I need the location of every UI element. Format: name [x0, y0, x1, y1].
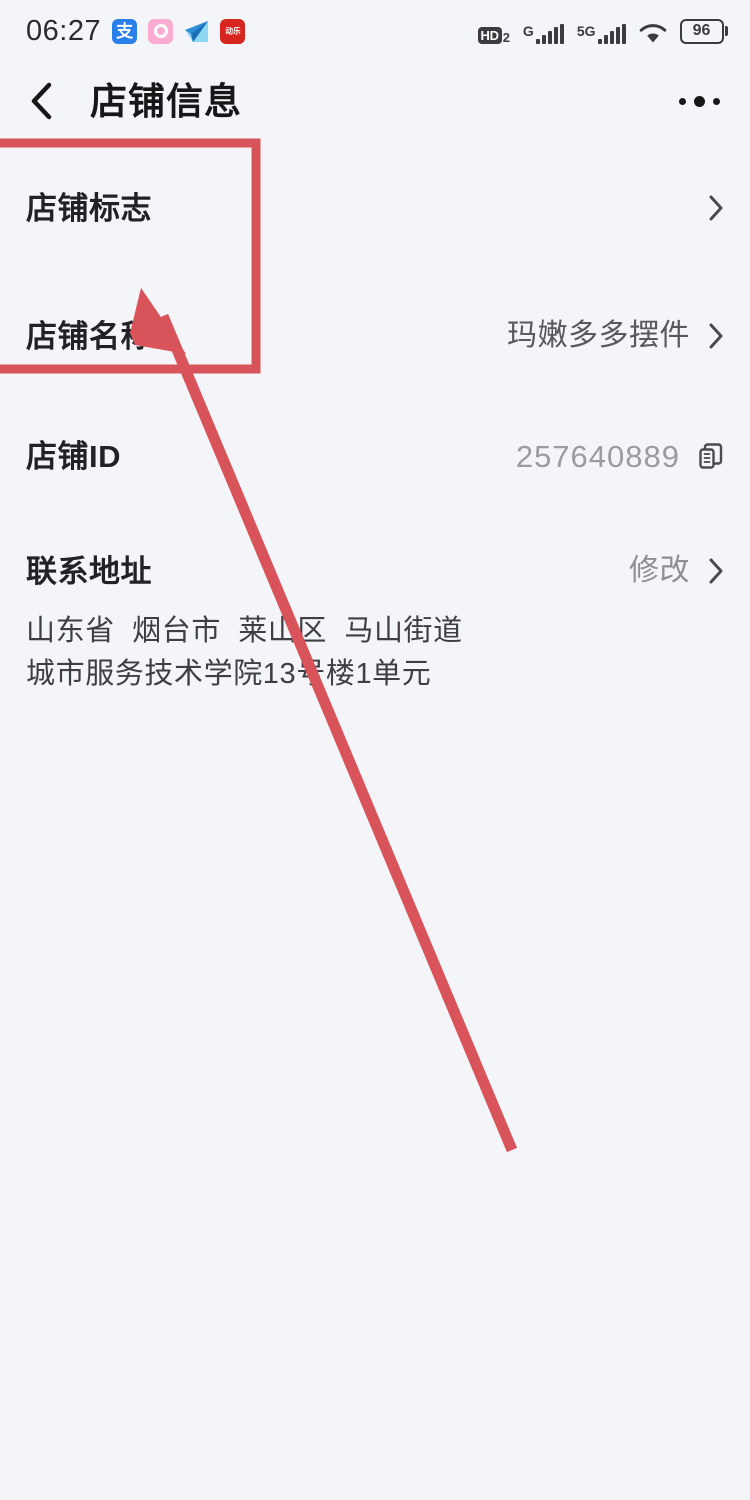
row-store-name[interactable]: 店铺名称 玛嫩多多摆件: [0, 276, 750, 396]
sim1-signal-bars: [535, 23, 564, 44]
sim2-network-label: 5G: [576, 22, 596, 39]
row-store-id-right: 257640889: [516, 441, 724, 472]
edit-address-link[interactable]: 修改: [629, 556, 690, 586]
sim2-signal-icon: 5G: [576, 22, 626, 44]
sim1-signal-icon: G: [522, 22, 564, 44]
sim2-signal-bars: [597, 23, 626, 44]
row-store-logo-label: 店铺标志: [26, 190, 152, 226]
battery-cap: [725, 26, 728, 36]
row-store-logo-right: [708, 194, 724, 222]
status-clock: 06:27: [26, 14, 102, 47]
telegram-icon-svg: [185, 20, 209, 42]
hd-voice-icon: HD 2: [477, 26, 510, 45]
row-contact-address[interactable]: 联系地址 修改: [0, 516, 750, 626]
status-bar-left: 06:27 支 动乐: [26, 14, 246, 47]
row-store-id[interactable]: 店铺ID 257640889: [0, 396, 750, 516]
row-contact-address-right: 修改: [629, 556, 724, 586]
row-store-id-label: 店铺ID: [26, 438, 121, 474]
news-app-icon: 动乐: [220, 18, 246, 44]
back-chevron-icon: [31, 82, 52, 120]
wifi-icon: [639, 23, 666, 42]
more-options-button[interactable]: [675, 86, 724, 117]
address-line-2: 城市服务技术学院13号楼1单元: [26, 658, 432, 690]
row-store-logo[interactable]: 店铺标志: [0, 140, 750, 276]
more-dot-1: [679, 97, 686, 105]
status-bar: 06:27 支 动乐 HD 2 G 5G 96: [0, 0, 750, 62]
chevron-right-icon: [709, 323, 723, 349]
sim1-network-label: G: [522, 22, 534, 39]
phone-screen: 06:27 支 动乐 HD 2 G 5G 96 店铺信息 店铺标志 店铺名称 玛…: [0, 0, 750, 1500]
chevron-right-icon: [709, 195, 723, 221]
row-store-id-value: 257640889: [515, 438, 680, 474]
copy-icon[interactable]: [698, 442, 724, 470]
alipay-icon-glyph: 支: [116, 21, 134, 41]
chevron-right-icon: [709, 558, 723, 584]
row-store-name-right: 玛嫩多多摆件: [507, 321, 724, 351]
hd-sub-label: 2: [502, 29, 510, 45]
battery-level-label: 96: [692, 22, 711, 39]
telegram-icon: [184, 19, 209, 44]
camera-app-icon: [148, 18, 174, 44]
more-dot-2: [694, 95, 705, 107]
settings-list: 店铺标志 店铺名称 玛嫩多多摆件 店铺ID 257640889 联系地址 修改 …: [0, 140, 750, 696]
hd-label: HD: [477, 26, 502, 44]
nav-bar: 店铺信息: [0, 62, 750, 140]
row-contact-address-label: 联系地址: [26, 553, 152, 589]
news-app-icon-glyph: 动乐: [224, 26, 241, 35]
status-bar-right: HD 2 G 5G 96: [477, 18, 728, 45]
battery-body: 96: [679, 18, 724, 44]
page-title: 店铺信息: [90, 80, 242, 122]
alipay-icon: 支: [112, 18, 138, 44]
more-dot-3: [713, 97, 720, 105]
row-store-name-value: 玛嫩多多摆件: [507, 319, 690, 352]
row-store-name-label: 店铺名称: [26, 318, 152, 354]
camera-ring-shape: [153, 24, 168, 38]
back-button[interactable]: [30, 81, 64, 121]
battery-icon: 96: [679, 18, 728, 44]
